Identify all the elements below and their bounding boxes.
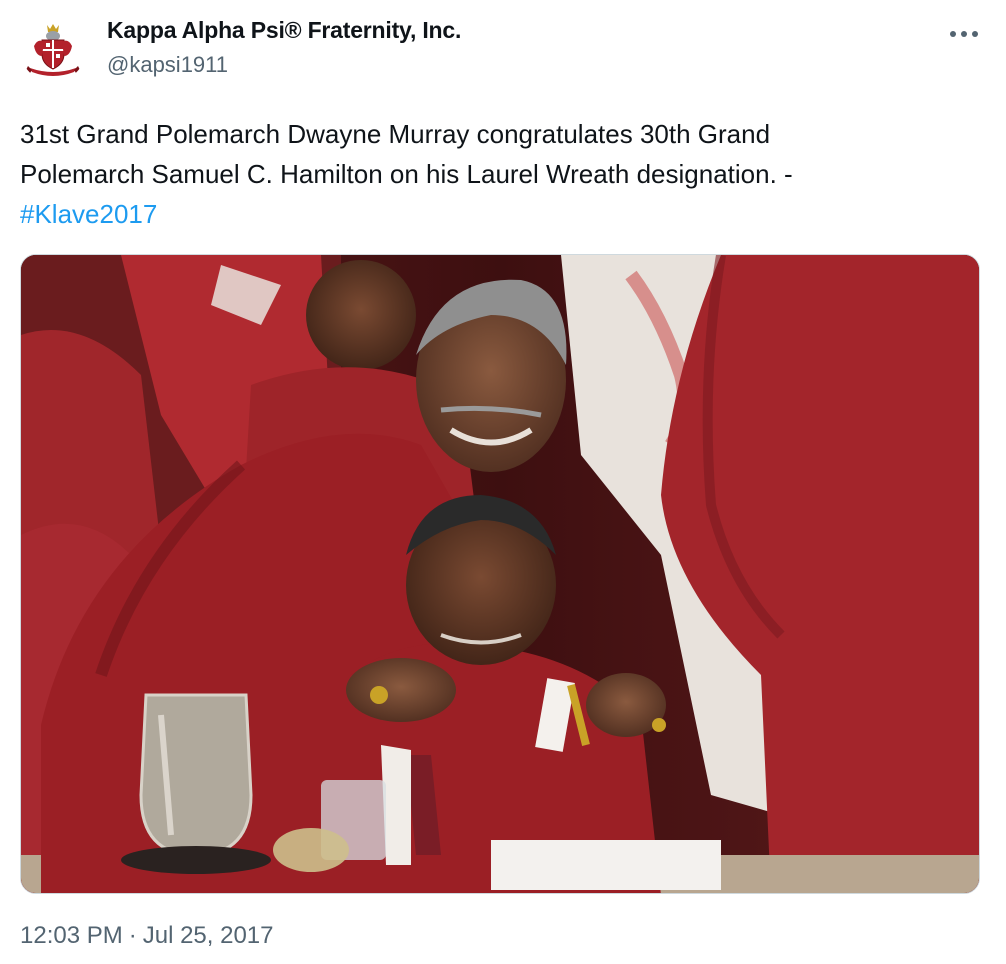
more-options-button[interactable] (940, 18, 988, 50)
tweet-timestamp[interactable]: 12:03 PM · Jul 25, 2017 (20, 922, 274, 950)
hashtag-link[interactable]: #Klave2017 (20, 199, 157, 229)
tweet-date: Jul 25, 2017 (142, 922, 274, 949)
crest-icon (20, 16, 86, 82)
tweet-text: 31st Grand Polemarch Dwayne Murray congr… (20, 114, 980, 234)
avatar[interactable] (20, 16, 86, 82)
author-display-name[interactable]: Kappa Alpha Psi® Fraternity, Inc. (107, 17, 461, 44)
tweet-card: Kappa Alpha Psi® Fraternity, Inc. @kapsi… (0, 0, 1006, 964)
tweet-time: 12:03 PM (20, 922, 123, 949)
tweet-text-line: Polemarch Samuel C. Hamilton on his Laur… (20, 159, 793, 189)
more-horizontal-icon (950, 31, 978, 37)
tweet-text-line: 31st Grand Polemarch Dwayne Murray congr… (20, 119, 771, 149)
author-handle[interactable]: @kapsi1911 (107, 52, 228, 78)
tweet-photo[interactable] (20, 254, 980, 894)
photo-illustration (21, 255, 979, 893)
timestamp-separator: · (128, 922, 137, 949)
